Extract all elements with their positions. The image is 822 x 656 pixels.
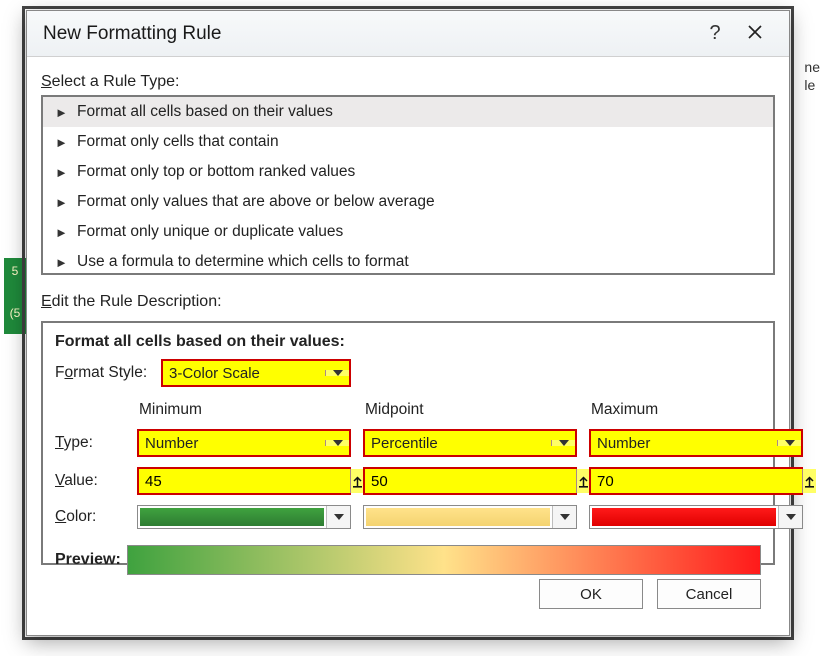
- help-button[interactable]: ?: [695, 22, 735, 45]
- rule-type-text: Format all cells based on their values: [77, 103, 333, 121]
- preview-gradient: [127, 545, 761, 575]
- value-max-input[interactable]: [591, 469, 802, 493]
- select-rule-type-accel: S: [41, 73, 52, 90]
- row-label-color: Color:: [55, 508, 125, 526]
- background-right-text: ne le: [804, 58, 820, 94]
- type-mid-combo[interactable]: Percentile: [365, 431, 575, 455]
- edit-rule-desc-label: Edit the Rule Description:: [41, 293, 775, 311]
- rule-type-text: Format only values that are above or bel…: [77, 193, 435, 211]
- rule-type-item-5[interactable]: ► Use a formula to determine which cells…: [43, 247, 773, 275]
- format-style-row: Format Style: 3-Color Scale: [55, 359, 761, 387]
- rule-type-item-4[interactable]: ► Format only unique or duplicate values: [43, 217, 773, 247]
- chevron-down-icon[interactable]: [326, 506, 350, 528]
- stage: 5 (5 ne le New Formatting Rule ? Select …: [0, 0, 822, 656]
- titlebar[interactable]: New Formatting Rule ?: [27, 11, 789, 57]
- format-style-label: Format Style:: [55, 364, 161, 382]
- format-style-combo-highlight: 3-Color Scale: [161, 359, 351, 387]
- bullet-icon: ►: [55, 135, 69, 150]
- col-header-mid: Midpoint: [363, 401, 577, 419]
- rule-type-text: Format only unique or duplicate values: [77, 223, 343, 241]
- edit-rule-desc-accel: E: [41, 293, 52, 310]
- preview-label: Preview:: [55, 545, 127, 575]
- rule-type-item-0[interactable]: ► Format all cells based on their values: [43, 97, 773, 127]
- type-max-value: Number: [591, 435, 777, 452]
- threshold-grid: Minimum Midpoint Maximum Type: Number: [55, 401, 761, 529]
- rule-type-text: Format only cells that contain: [77, 133, 279, 151]
- chevron-down-icon[interactable]: [552, 506, 576, 528]
- ok-button[interactable]: OK: [539, 579, 643, 609]
- rule-type-text: Use a formula to determine which cells t…: [77, 253, 409, 271]
- value-rest: alue:: [64, 472, 98, 489]
- type-accel: T: [55, 434, 64, 451]
- rule-description-box: Format all cells based on their values: …: [41, 321, 775, 565]
- chevron-down-icon[interactable]: [777, 440, 801, 446]
- type-min-value: Number: [139, 435, 325, 452]
- value-accel: V: [55, 472, 64, 489]
- chevron-down-icon[interactable]: [325, 370, 349, 376]
- cancel-button[interactable]: Cancel: [657, 579, 761, 609]
- bullet-icon: ►: [55, 195, 69, 210]
- chevron-down-icon[interactable]: [325, 440, 349, 446]
- color-max-swatch: [592, 508, 776, 526]
- bg-green-bottom: (5: [4, 306, 26, 320]
- close-button[interactable]: [735, 23, 775, 44]
- color-rest: olor:: [66, 508, 96, 525]
- range-select-icon[interactable]: [802, 469, 816, 493]
- background-green-strip: 5 (5: [4, 258, 26, 334]
- color-min-swatch: [140, 508, 324, 526]
- dialog-title: New Formatting Rule: [43, 23, 695, 45]
- value-min-input[interactable]: [139, 469, 350, 493]
- type-rest: ype:: [64, 434, 93, 451]
- type-min-wrap: Number: [137, 429, 351, 457]
- bg-right-2: le: [804, 76, 820, 94]
- bullet-icon: ►: [55, 225, 69, 240]
- bg-green-top: 5: [4, 264, 26, 278]
- rule-type-item-1[interactable]: ► Format only cells that contain: [43, 127, 773, 157]
- color-mid-swatch: [366, 508, 550, 526]
- col-header-min: Minimum: [137, 401, 351, 419]
- range-select-icon[interactable]: [576, 469, 590, 493]
- col-header-max: Maximum: [589, 401, 803, 419]
- format-style-value: 3-Color Scale: [163, 365, 325, 382]
- rule-type-text: Format only top or bottom ranked values: [77, 163, 355, 181]
- row-label-type: Type:: [55, 434, 125, 452]
- select-rule-type-rest: elect a Rule Type:: [52, 73, 180, 90]
- type-mid-value: Percentile: [365, 435, 551, 452]
- edit-rule-desc-rest: dit the Rule Description:: [52, 293, 222, 310]
- bg-right-1: ne: [804, 58, 820, 76]
- bullet-icon: ►: [55, 165, 69, 180]
- row-label-value: Value:: [55, 472, 125, 490]
- color-min-picker[interactable]: [137, 505, 351, 529]
- value-max-wrap: [589, 467, 803, 495]
- select-rule-type-label: Select a Rule Type:: [41, 73, 775, 91]
- new-formatting-rule-dialog: New Formatting Rule ? Select a Rule Type…: [26, 10, 790, 636]
- type-mid-wrap: Percentile: [363, 429, 577, 457]
- color-accel: C: [55, 508, 66, 525]
- color-max-picker[interactable]: [589, 505, 803, 529]
- bullet-icon: ►: [55, 105, 69, 120]
- value-mid-input[interactable]: [365, 469, 576, 493]
- type-min-combo[interactable]: Number: [139, 431, 349, 455]
- value-mid-wrap: [363, 467, 577, 495]
- rule-type-item-2[interactable]: ► Format only top or bottom ranked value…: [43, 157, 773, 187]
- dialog-content: Select a Rule Type: ► Format all cells b…: [27, 57, 789, 635]
- bullet-icon: ►: [55, 255, 69, 270]
- format-style-combo[interactable]: 3-Color Scale: [163, 361, 349, 385]
- range-select-icon[interactable]: [350, 469, 364, 493]
- type-max-wrap: Number: [589, 429, 803, 457]
- rule-type-list[interactable]: ► Format all cells based on their values…: [41, 95, 775, 275]
- format-style-u: o: [64, 364, 73, 381]
- chevron-down-icon[interactable]: [778, 506, 802, 528]
- rule-description-title: Format all cells based on their values:: [55, 333, 761, 351]
- close-icon: [748, 23, 762, 43]
- rule-type-item-3[interactable]: ► Format only values that are above or b…: [43, 187, 773, 217]
- color-mid-picker[interactable]: [363, 505, 577, 529]
- value-min-wrap: [137, 467, 351, 495]
- format-style-post: rmat Style:: [73, 364, 147, 381]
- preview-row: Preview:: [55, 545, 761, 575]
- type-max-combo[interactable]: Number: [591, 431, 801, 455]
- chevron-down-icon[interactable]: [551, 440, 575, 446]
